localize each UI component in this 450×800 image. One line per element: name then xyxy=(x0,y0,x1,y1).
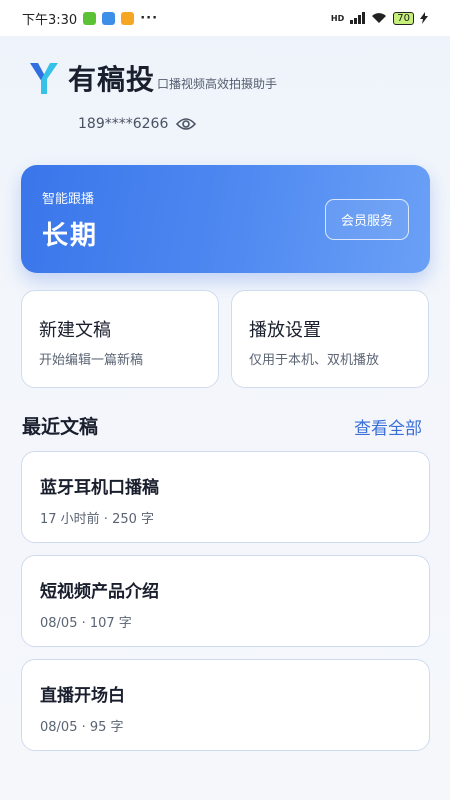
membership-label: 智能跟播 xyxy=(42,192,95,207)
eye-icon[interactable] xyxy=(176,117,197,131)
playback-settings-title: 播放设置 xyxy=(249,320,321,341)
wechat-icon xyxy=(83,11,97,25)
list-item[interactable]: 蓝牙耳机口播稿 17 小时前 · 250 字 xyxy=(21,451,430,543)
phone-number: 189****6266 xyxy=(78,116,169,132)
app-subtitle: 口播视频高效拍摄助手 xyxy=(157,76,278,91)
app-title: 有稿投 xyxy=(68,63,156,96)
status-right: HD 70 xyxy=(330,11,428,25)
mail-icon xyxy=(102,11,116,25)
playback-settings-desc: 仅用于本机、双机播放 xyxy=(249,353,380,368)
document-meta: 08/05 · 95 字 xyxy=(40,720,124,735)
account-phone-row: 189****6266 xyxy=(78,116,197,132)
list-item[interactable]: 短视频产品介绍 08/05 · 107 字 xyxy=(21,555,430,647)
recent-documents-title: 最近文稿 xyxy=(22,416,99,438)
new-document-desc: 开始编辑一篇新稿 xyxy=(39,353,144,368)
document-meta: 17 小时前 · 250 字 xyxy=(40,512,155,527)
battery-icon: 70 xyxy=(393,11,414,25)
playback-settings-card[interactable]: 播放设置 仅用于本机、双机播放 xyxy=(231,290,429,388)
list-item[interactable]: 直播开场白 08/05 · 95 字 xyxy=(21,659,430,751)
membership-card: 智能跟播 长期 会员服务 xyxy=(21,165,430,273)
document-title: 直播开场白 xyxy=(40,686,125,706)
status-left: 下午3:30 ··· xyxy=(22,9,158,28)
charging-icon xyxy=(420,12,428,24)
more-notifications-icon: ··· xyxy=(140,10,159,26)
member-service-button[interactable]: 会员服务 xyxy=(325,199,409,240)
wifi-icon xyxy=(372,13,387,23)
document-meta: 08/05 · 107 字 xyxy=(40,616,132,631)
status-bar: 下午3:30 ··· HD 70 xyxy=(0,0,450,36)
app-logo-icon xyxy=(30,63,58,94)
status-time: 下午3:30 xyxy=(22,12,78,28)
view-all-link[interactable]: 查看全部 xyxy=(354,414,422,439)
app-header: 有稿投 口播视频高效拍摄助手 xyxy=(28,58,277,98)
new-document-card[interactable]: 新建文稿 开始编辑一篇新稿 xyxy=(21,290,219,388)
document-title: 短视频产品介绍 xyxy=(40,582,159,602)
membership-duration: 长期 xyxy=(42,221,99,251)
gallery-icon xyxy=(121,11,135,25)
signal-icon xyxy=(350,12,366,24)
document-title: 蓝牙耳机口播稿 xyxy=(40,478,159,498)
new-document-title: 新建文稿 xyxy=(39,320,111,341)
network-type: HD xyxy=(330,13,345,23)
